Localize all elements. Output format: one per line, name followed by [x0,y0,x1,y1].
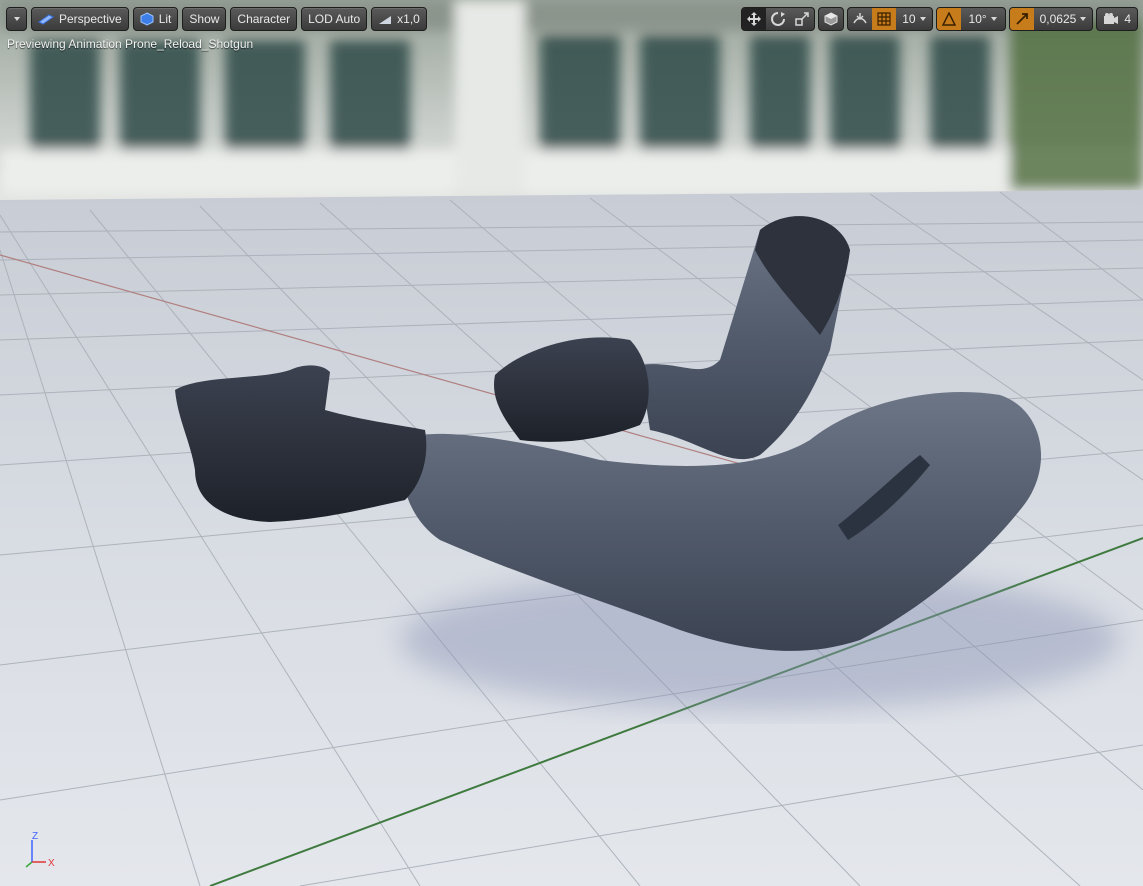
lit-label: Lit [158,12,172,26]
grid-snap-toggle[interactable] [872,8,897,30]
chevron-down-icon [990,17,997,21]
lit-sphere-icon [140,12,154,26]
animation-preview-viewport[interactable]: Perspective Lit Show Character LOD Auto … [0,0,1143,886]
scale-snap-icon [1015,13,1028,25]
lit-button[interactable]: Lit [132,7,179,31]
scale-mode-button[interactable] [790,8,814,30]
scene-render [0,0,1143,886]
scale-icon [795,12,809,26]
dropdown-caret-icon [13,17,20,21]
character-label: Character [237,12,291,26]
scale-snap-value-dropdown[interactable]: 0,0625 [1034,8,1093,30]
show-button[interactable]: Show [182,7,227,31]
scale-snap-toggle[interactable] [1009,8,1034,30]
scale-snap-value: 0,0625 [1039,12,1077,26]
rotate-icon [771,12,786,26]
viewport-options-button[interactable] [6,7,27,31]
grid-snap-value: 10 [902,12,916,26]
perspective-icon [38,14,54,25]
speed-icon [379,16,392,24]
transform-mode-group [741,7,816,31]
translate-icon [747,12,762,26]
perspective-button[interactable]: Perspective [31,7,129,31]
grid-snap-icon [877,12,891,26]
world-local-toggle[interactable] [819,8,843,30]
scale-snap-group: 0,0625 [1008,7,1094,31]
camera-speed-dropdown[interactable]: 4 [1097,8,1137,30]
preview-status-text: Previewing Animation Prone_Reload_Shotgu… [7,37,254,51]
viewport-toolbar-left: Perspective Lit Show Character LOD Auto … [6,7,427,31]
axis-z-label: Z [32,832,38,842]
lod-label: LOD Auto [308,12,361,26]
lod-button[interactable]: LOD Auto [301,7,368,31]
speed-label: x1,0 [397,12,420,26]
camera-speed-group: 4 [1096,7,1138,31]
character-button[interactable]: Character [230,7,298,31]
surface-snap-icon [853,13,867,24]
grid-snap-group: 10 [847,7,933,31]
chevron-down-icon [919,17,926,21]
coordinate-space-group [818,7,845,31]
axis-indicator: Z X [25,832,55,869]
rotation-snap-group: 10° [935,7,1006,31]
playback-speed-button[interactable]: x1,0 [371,7,427,31]
viewport-toolbar-right: 10 10° 0,0625 4 [741,7,1138,31]
translate-mode-button[interactable] [742,8,767,30]
chevron-down-icon [1080,17,1087,21]
rotation-snap-value: 10° [968,12,987,26]
world-local-icon [824,12,838,26]
camera-speed-icon [1104,13,1119,24]
perspective-label: Perspective [59,12,122,26]
camera-speed-value: 4 [1124,12,1131,26]
rotation-snap-toggle[interactable] [936,8,961,30]
grid-snap-value-dropdown[interactable]: 10 [896,8,931,30]
rotation-snap-icon [941,12,956,26]
rotation-snap-value-dropdown[interactable]: 10° [961,8,1005,30]
surface-snap-button[interactable] [848,8,872,30]
axis-x-label: X [48,858,55,869]
rotate-mode-button[interactable] [766,8,790,30]
show-label: Show [189,12,220,26]
